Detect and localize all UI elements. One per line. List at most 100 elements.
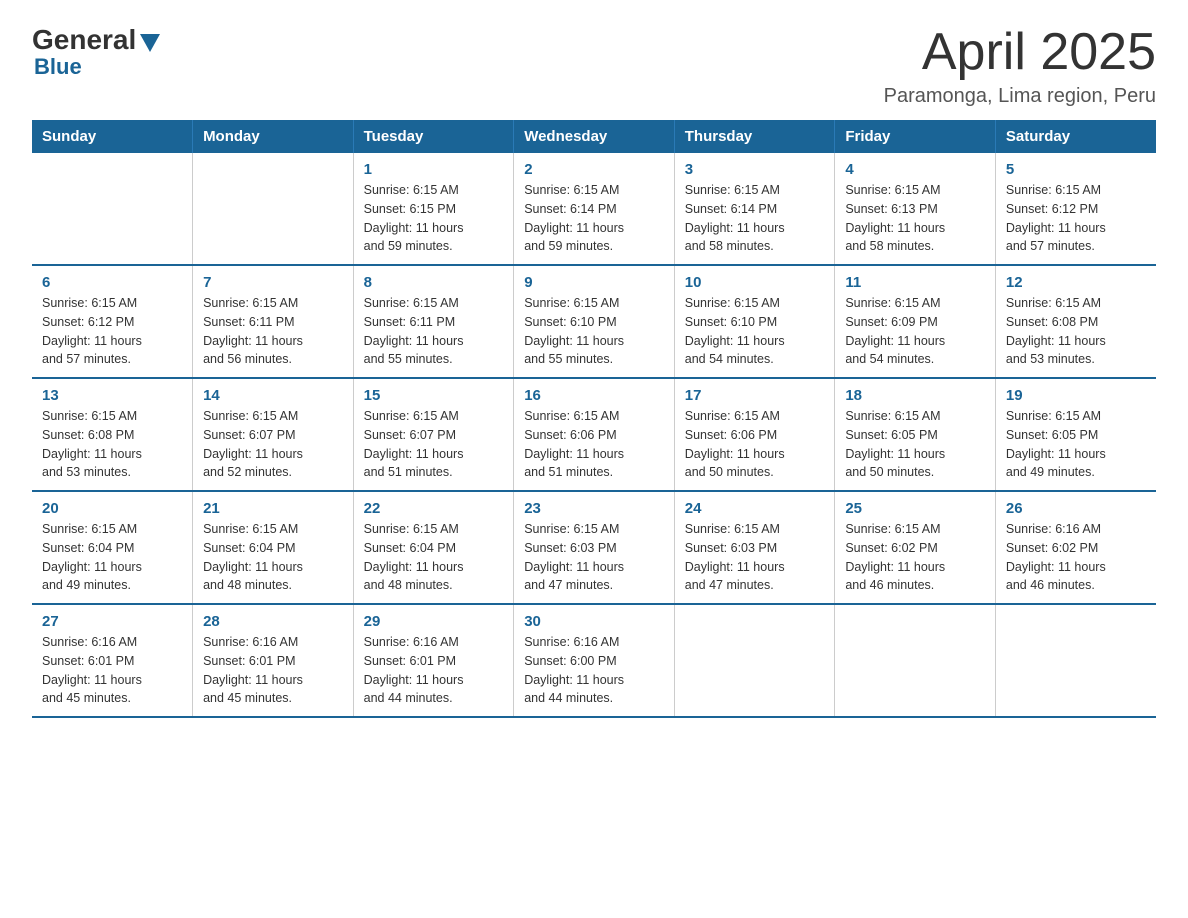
calendar-cell: 29Sunrise: 6:16 AM Sunset: 6:01 PM Dayli… <box>353 604 514 717</box>
logo: General Blue <box>32 24 160 80</box>
day-number: 12 <box>1006 274 1146 291</box>
calendar-cell: 23 Sunrise: 6:15 AM Sunset: 6:03 PM Dayli… <box>514 491 675 604</box>
calendar-cell <box>193 153 354 265</box>
month-title: April 2025 <box>884 24 1156 81</box>
header-friday: Friday <box>835 120 996 153</box>
calendar-cell: 18Sunrise: 6:15 AM Sunset: 6:05 PM Dayli… <box>835 378 996 491</box>
day-info: Sunrise: 6:16 AM Sunset: 6:00 PM Dayligh… <box>524 633 664 708</box>
day-number: 28 <box>203 613 343 630</box>
day-info: Sunrise: 6:15 AM Sunset: 6:05 PM Dayligh… <box>1006 407 1146 482</box>
logo-general-text: General <box>32 24 136 56</box>
calendar-week-row: 6 Sunrise: 6:15 AM Sunset: 6:12 PM Daylig… <box>32 265 1156 378</box>
day-number: 25 <box>845 500 985 517</box>
calendar-week-row: 27 Sunrise: 6:16 AM Sunset: 6:01 PM Dayli… <box>32 604 1156 717</box>
day-info: Sunrise: 6:15 AM Sunset: 6:04 PM Dayligh… <box>42 520 182 595</box>
calendar-cell: 17Sunrise: 6:15 AM Sunset: 6:06 PM Dayli… <box>674 378 835 491</box>
logo-blue-text: Blue <box>34 54 82 80</box>
day-number: 5 <box>1006 161 1146 178</box>
day-info: Sunrise: 6:15 AM Sunset: 6:11 PM Dayligh… <box>203 294 343 369</box>
day-info: Sunrise: 6:15 AM Sunset: 6:07 PM Dayligh… <box>203 407 343 482</box>
day-number: 26 <box>1006 500 1146 517</box>
header-wednesday: Wednesday <box>514 120 675 153</box>
calendar-cell: 25 Sunrise: 6:15 AM Sunset: 6:02 PM Dayli… <box>835 491 996 604</box>
day-info: Sunrise: 6:15 AM Sunset: 6:05 PM Dayligh… <box>845 407 985 482</box>
day-number: 17 <box>685 387 825 404</box>
calendar-cell <box>32 153 193 265</box>
calendar-cell: 28Sunrise: 6:16 AM Sunset: 6:01 PM Dayli… <box>193 604 354 717</box>
calendar-week-row: 20Sunrise: 6:15 AM Sunset: 6:04 PM Dayli… <box>32 491 1156 604</box>
calendar-cell: 22 Sunrise: 6:15 AM Sunset: 6:04 PM Dayli… <box>353 491 514 604</box>
header-saturday: Saturday <box>995 120 1156 153</box>
day-info: Sunrise: 6:15 AM Sunset: 6:14 PM Dayligh… <box>685 181 825 256</box>
calendar-cell: 8 Sunrise: 6:15 AM Sunset: 6:11 PM Daylig… <box>353 265 514 378</box>
header-sunday: Sunday <box>32 120 193 153</box>
day-number: 11 <box>845 274 985 291</box>
day-number: 22 <box>364 500 504 517</box>
calendar-header-row: Sunday Monday Tuesday Wednesday Thursday… <box>32 120 1156 153</box>
day-number: 10 <box>685 274 825 291</box>
calendar-cell: 15Sunrise: 6:15 AM Sunset: 6:07 PM Dayli… <box>353 378 514 491</box>
logo-triangle-icon <box>140 34 160 52</box>
day-number: 14 <box>203 387 343 404</box>
calendar-cell: 10 Sunrise: 6:15 AM Sunset: 6:10 PM Dayli… <box>674 265 835 378</box>
day-info: Sunrise: 6:15 AM Sunset: 6:02 PM Dayligh… <box>845 520 985 595</box>
calendar-cell: 13 Sunrise: 6:15 AM Sunset: 6:08 PM Dayli… <box>32 378 193 491</box>
calendar-cell: 27 Sunrise: 6:16 AM Sunset: 6:01 PM Dayli… <box>32 604 193 717</box>
calendar-cell: 19 Sunrise: 6:15 AM Sunset: 6:05 PM Dayli… <box>995 378 1156 491</box>
day-info: Sunrise: 6:15 AM Sunset: 6:14 PM Dayligh… <box>524 181 664 256</box>
day-number: 2 <box>524 161 664 178</box>
day-info: Sunrise: 6:15 AM Sunset: 6:08 PM Dayligh… <box>1006 294 1146 369</box>
calendar-table: Sunday Monday Tuesday Wednesday Thursday… <box>32 120 1156 718</box>
day-info: Sunrise: 6:15 AM Sunset: 6:04 PM Dayligh… <box>203 520 343 595</box>
day-number: 4 <box>845 161 985 178</box>
day-info: Sunrise: 6:16 AM Sunset: 6:01 PM Dayligh… <box>42 633 182 708</box>
title-block: April 2025 Paramonga, Lima region, Peru <box>884 24 1156 108</box>
day-info: Sunrise: 6:15 AM Sunset: 6:12 PM Dayligh… <box>42 294 182 369</box>
day-number: 16 <box>524 387 664 404</box>
day-info: Sunrise: 6:15 AM Sunset: 6:07 PM Dayligh… <box>364 407 504 482</box>
page-header: General Blue April 2025 Paramonga, Lima … <box>32 24 1156 108</box>
day-info: Sunrise: 6:15 AM Sunset: 6:06 PM Dayligh… <box>524 407 664 482</box>
day-number: 8 <box>364 274 504 291</box>
day-info: Sunrise: 6:15 AM Sunset: 6:03 PM Dayligh… <box>685 520 825 595</box>
calendar-week-row: 1 Sunrise: 6:15 AM Sunset: 6:15 PM Daylig… <box>32 153 1156 265</box>
calendar-cell: 6 Sunrise: 6:15 AM Sunset: 6:12 PM Daylig… <box>32 265 193 378</box>
calendar-cell <box>674 604 835 717</box>
calendar-cell: 4 Sunrise: 6:15 AM Sunset: 6:13 PM Daylig… <box>835 153 996 265</box>
calendar-cell: 9Sunrise: 6:15 AM Sunset: 6:10 PM Daylig… <box>514 265 675 378</box>
calendar-cell <box>995 604 1156 717</box>
day-number: 30 <box>524 613 664 630</box>
day-number: 24 <box>685 500 825 517</box>
header-tuesday: Tuesday <box>353 120 514 153</box>
day-number: 13 <box>42 387 182 404</box>
day-info: Sunrise: 6:15 AM Sunset: 6:13 PM Dayligh… <box>845 181 985 256</box>
day-number: 1 <box>364 161 504 178</box>
calendar-cell: 21 Sunrise: 6:15 AM Sunset: 6:04 PM Dayli… <box>193 491 354 604</box>
day-number: 21 <box>203 500 343 517</box>
location: Paramonga, Lima region, Peru <box>884 85 1156 108</box>
calendar-cell: 12 Sunrise: 6:15 AM Sunset: 6:08 PM Dayli… <box>995 265 1156 378</box>
day-number: 19 <box>1006 387 1146 404</box>
day-info: Sunrise: 6:15 AM Sunset: 6:08 PM Dayligh… <box>42 407 182 482</box>
day-number: 7 <box>203 274 343 291</box>
day-info: Sunrise: 6:16 AM Sunset: 6:02 PM Dayligh… <box>1006 520 1146 595</box>
calendar-cell: 24 Sunrise: 6:15 AM Sunset: 6:03 PM Dayli… <box>674 491 835 604</box>
day-info: Sunrise: 6:15 AM Sunset: 6:15 PM Dayligh… <box>364 181 504 256</box>
calendar-cell: 20Sunrise: 6:15 AM Sunset: 6:04 PM Dayli… <box>32 491 193 604</box>
day-number: 23 <box>524 500 664 517</box>
day-info: Sunrise: 6:15 AM Sunset: 6:03 PM Dayligh… <box>524 520 664 595</box>
day-info: Sunrise: 6:15 AM Sunset: 6:04 PM Dayligh… <box>364 520 504 595</box>
calendar-cell: 7 Sunrise: 6:15 AM Sunset: 6:11 PM Daylig… <box>193 265 354 378</box>
day-info: Sunrise: 6:15 AM Sunset: 6:10 PM Dayligh… <box>524 294 664 369</box>
calendar-cell: 5 Sunrise: 6:15 AM Sunset: 6:12 PM Daylig… <box>995 153 1156 265</box>
calendar-cell: 16 Sunrise: 6:15 AM Sunset: 6:06 PM Dayli… <box>514 378 675 491</box>
calendar-cell: 26 Sunrise: 6:16 AM Sunset: 6:02 PM Dayli… <box>995 491 1156 604</box>
day-info: Sunrise: 6:15 AM Sunset: 6:10 PM Dayligh… <box>685 294 825 369</box>
day-info: Sunrise: 6:15 AM Sunset: 6:11 PM Dayligh… <box>364 294 504 369</box>
day-number: 29 <box>364 613 504 630</box>
day-number: 3 <box>685 161 825 178</box>
day-info: Sunrise: 6:15 AM Sunset: 6:12 PM Dayligh… <box>1006 181 1146 256</box>
day-number: 27 <box>42 613 182 630</box>
day-number: 6 <box>42 274 182 291</box>
header-monday: Monday <box>193 120 354 153</box>
